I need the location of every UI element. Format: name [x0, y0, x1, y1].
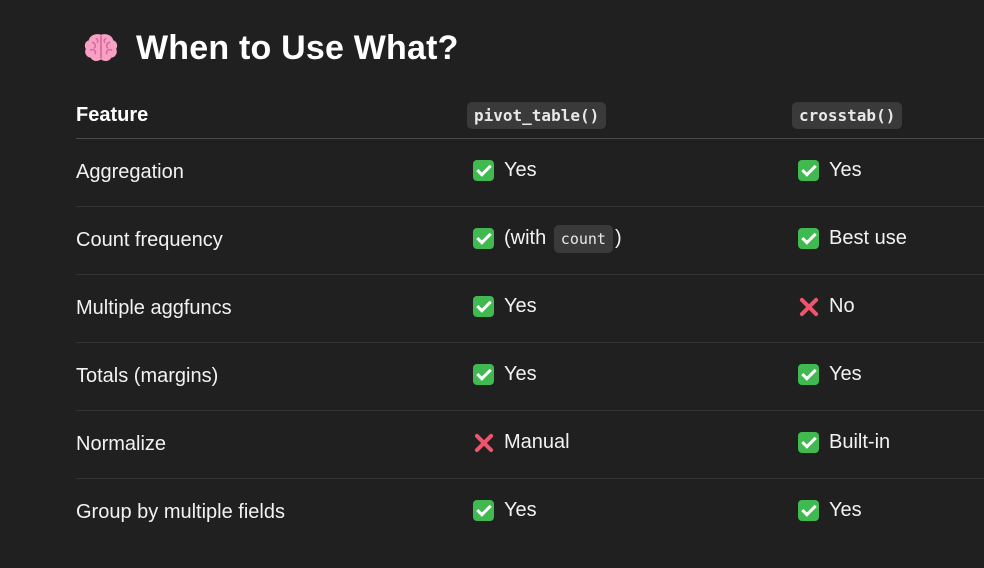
- pivot-value: Yes: [504, 362, 537, 385]
- check-icon: [473, 295, 494, 317]
- check-icon: [798, 159, 819, 181]
- pivot-value: Yes: [504, 158, 537, 181]
- table-row: Group by multiple fields Yes Yes: [76, 479, 984, 547]
- count-code: count: [553, 224, 613, 253]
- check-icon: [798, 431, 819, 453]
- page-heading: When to Use What?: [136, 28, 459, 67]
- check-icon: [798, 227, 819, 249]
- brain-icon: [84, 34, 118, 62]
- page-title: When to Use What?: [82, 26, 459, 70]
- crosstab-cell: Yes: [798, 479, 984, 547]
- pivot-value: Manual: [504, 430, 570, 453]
- crosstab-value: Built-in: [829, 430, 891, 453]
- cross-icon: [798, 296, 819, 317]
- pivot-cell: Yes: [473, 479, 798, 547]
- crosstab-cell: Yes: [798, 138, 984, 207]
- pivot-value-prefix: (with: [504, 226, 547, 249]
- table-row: Count frequency (with count) Best use: [76, 206, 984, 275]
- pivot-table-code: pivot_table(): [467, 101, 607, 129]
- pivot-cell: Yes: [473, 342, 798, 411]
- crosstab-cell: No: [798, 274, 984, 343]
- crosstab-value: Best use: [829, 226, 907, 249]
- check-icon: [798, 363, 819, 385]
- header-pivot-table: pivot_table(): [467, 92, 798, 139]
- header-crosstab: crosstab(): [792, 92, 984, 139]
- pivot-cell: Manual: [473, 410, 798, 479]
- crosstab-code: crosstab(): [792, 101, 903, 129]
- table-row: Totals (margins) Yes Yes: [76, 342, 984, 411]
- table-row: Aggregation Yes Yes: [76, 138, 984, 207]
- header-feature: Feature: [76, 92, 473, 139]
- cross-icon: [473, 432, 494, 453]
- pivot-cell: Yes: [473, 274, 798, 343]
- feature-cell: Totals (margins): [76, 342, 473, 411]
- pivot-value: Yes: [504, 294, 537, 317]
- pivot-value-suffix: ): [614, 226, 622, 249]
- comparison-table: Feature pivot_table() crosstab() Aggrega…: [76, 92, 984, 546]
- feature-cell: Group by multiple fields: [76, 501, 285, 523]
- page: When to Use What? Feature pivot_table() …: [0, 0, 984, 568]
- check-icon: [473, 159, 494, 181]
- check-icon: [473, 499, 494, 521]
- pivot-cell: (with count): [473, 206, 798, 275]
- check-icon: [473, 227, 494, 249]
- feature-cell: Multiple aggfuncs: [76, 274, 473, 343]
- crosstab-value: Yes: [829, 158, 862, 181]
- check-icon: [473, 363, 494, 385]
- crosstab-value: Yes: [829, 498, 862, 521]
- crosstab-cell: Best use: [798, 206, 984, 275]
- crosstab-value: No: [829, 294, 855, 317]
- pivot-value: Yes: [504, 498, 537, 521]
- feature-cell: Aggregation: [76, 138, 473, 207]
- crosstab-cell: Built-in: [798, 410, 984, 479]
- table-header-row: Feature pivot_table() crosstab(): [76, 92, 984, 139]
- pivot-cell: Yes: [473, 138, 798, 207]
- feature-cell: Count frequency: [76, 206, 473, 275]
- crosstab-cell: Yes: [798, 342, 984, 411]
- table-row: Multiple aggfuncs Yes No: [76, 274, 984, 343]
- check-icon: [798, 499, 819, 521]
- crosstab-value: Yes: [829, 362, 862, 385]
- feature-cell: Normalize: [76, 410, 473, 479]
- table-row: Normalize Manual Built-in: [76, 410, 984, 479]
